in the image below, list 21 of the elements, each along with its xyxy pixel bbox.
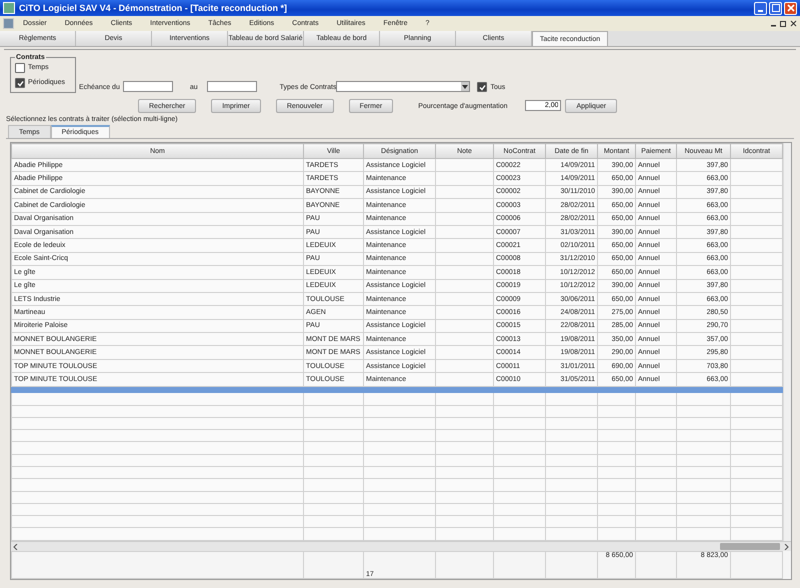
window-title: CiTO Logiciel SAV V4 - Démonstration - [Tacite reconduction *] xyxy=(19,3,288,13)
date-from-field[interactable] xyxy=(122,81,173,92)
minimize-button[interactable] xyxy=(754,2,767,14)
checkbox-box[interactable] xyxy=(15,63,25,73)
close-button[interactable] xyxy=(784,2,797,14)
restore-icon[interactable] xyxy=(780,20,787,27)
close-icon[interactable] xyxy=(790,20,797,27)
checkbox-box[interactable] xyxy=(15,78,25,88)
checkbox-box[interactable] xyxy=(477,82,488,92)
maximize-icon xyxy=(772,4,780,12)
scroll-left-icon[interactable] xyxy=(13,544,18,550)
vertical-scrollbar[interactable] xyxy=(783,143,791,541)
document-icon xyxy=(3,18,14,29)
close-icon xyxy=(786,4,794,12)
contract-types-dropdown[interactable] xyxy=(336,81,470,92)
date-to-field[interactable] xyxy=(206,81,257,92)
caret-icon xyxy=(462,84,468,88)
horizontal-scrollbar[interactable] xyxy=(11,541,791,551)
maximize-button[interactable] xyxy=(769,2,782,14)
app-icon xyxy=(3,2,15,14)
scroll-right-icon[interactable] xyxy=(784,544,789,550)
